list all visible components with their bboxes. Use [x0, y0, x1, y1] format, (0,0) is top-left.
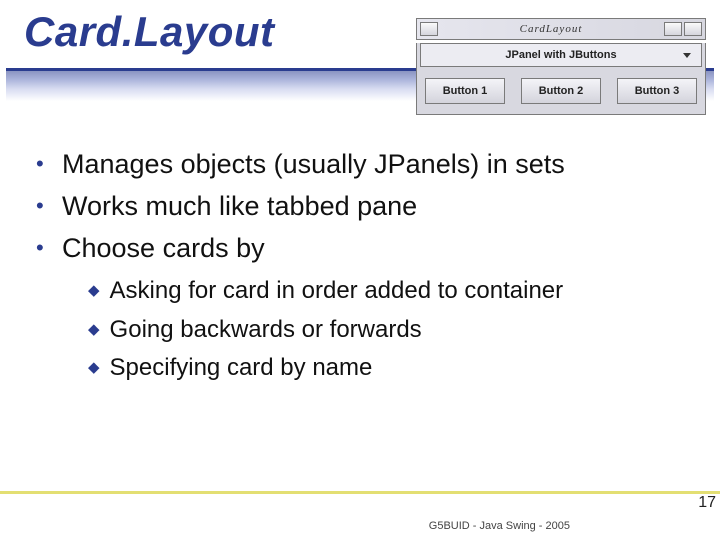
- content-body: Manages objects (usually JPanels) in set…: [36, 148, 690, 390]
- button-row: Button 1 Button 2 Button 3: [417, 70, 705, 114]
- bullet-item: Works much like tabbed pane: [36, 190, 690, 224]
- window-title: CardLayout: [439, 23, 663, 35]
- window-body: JPanel with JButtons Button 1 Button 2 B…: [416, 43, 706, 115]
- bullet-text: Choose cards by: [62, 232, 265, 266]
- sub-bullet-item: ◆ Specifying card by name: [88, 352, 690, 384]
- sub-bullet-text: Asking for card in order added to contai…: [110, 275, 564, 307]
- bullet-icon: [36, 242, 44, 260]
- window-control-icon[interactable]: [420, 22, 438, 36]
- button-2[interactable]: Button 2: [521, 78, 601, 104]
- sub-bullet-text: Specifying card by name: [110, 352, 373, 384]
- button-3[interactable]: Button 3: [617, 78, 697, 104]
- window-titlebar: CardLayout: [416, 18, 706, 40]
- button-1[interactable]: Button 1: [425, 78, 505, 104]
- slide: Card.Layout CardLayout JPanel with JButt…: [0, 0, 720, 540]
- cardlayout-window: CardLayout JPanel with JButtons Button 1…: [416, 18, 706, 115]
- sub-bullet-item: ◆ Asking for card in order added to cont…: [88, 275, 690, 307]
- sub-bullet-item: ◆ Going backwards or forwards: [88, 314, 690, 346]
- window-control-icon[interactable]: [664, 22, 682, 36]
- bullet-icon: [36, 158, 44, 176]
- sub-bullet-text: Going backwards or forwards: [110, 314, 422, 346]
- window-control-icon[interactable]: [684, 22, 702, 36]
- combo-label: JPanel with JButtons: [505, 49, 616, 61]
- diamond-icon: ◆: [88, 281, 100, 299]
- bullet-item: Choose cards by: [36, 232, 690, 266]
- slide-title: Card.Layout: [24, 8, 275, 56]
- page-number: 17: [698, 494, 716, 512]
- sub-bullet-list: ◆ Asking for card in order added to cont…: [88, 275, 690, 384]
- diamond-icon: ◆: [88, 320, 100, 338]
- footer-rule: [0, 491, 720, 494]
- panel-selector-combo[interactable]: JPanel with JButtons: [420, 43, 702, 67]
- bullet-icon: [36, 200, 44, 218]
- diamond-icon: ◆: [88, 358, 100, 376]
- chevron-down-icon: [683, 53, 691, 58]
- bullet-text: Manages objects (usually JPanels) in set…: [62, 148, 565, 182]
- bullet-text: Works much like tabbed pane: [62, 190, 417, 224]
- bullet-item: Manages objects (usually JPanels) in set…: [36, 148, 690, 182]
- footer-text: G5BUID - Java Swing - 2005: [429, 520, 570, 532]
